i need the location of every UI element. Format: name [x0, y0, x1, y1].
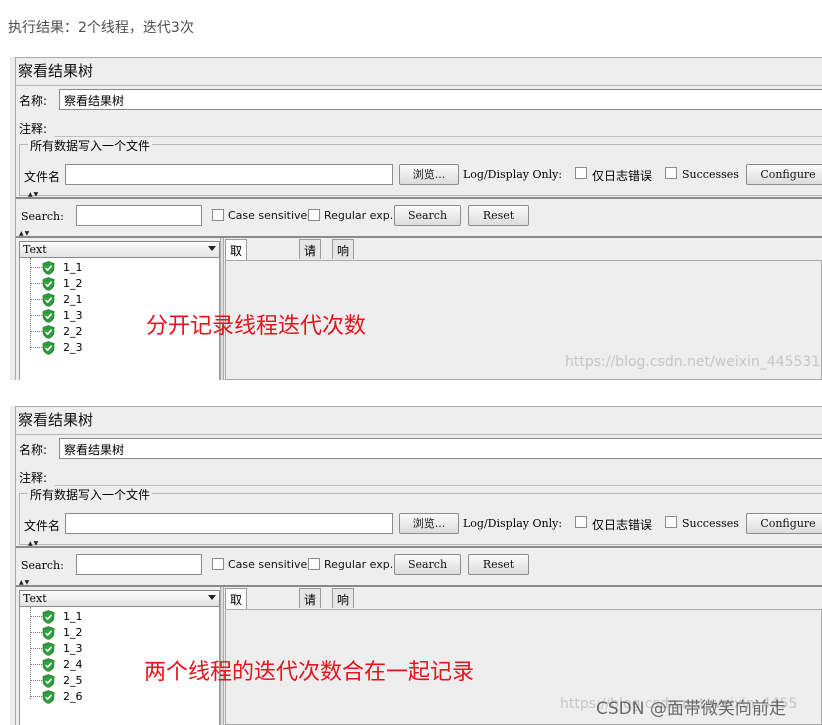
errors-checkbox[interactable]	[575, 167, 587, 179]
name-label: 名称:	[19, 94, 48, 108]
search-button[interactable]: Search	[394, 554, 461, 575]
tab-response-data[interactable]: 响应数据	[332, 588, 355, 658]
chevron-down-icon	[208, 246, 216, 251]
search-label: Search:	[21, 559, 64, 572]
success-shield-icon	[42, 293, 55, 307]
log-display-label: Log/Display Only:	[463, 168, 563, 181]
tree-item-label: 1_2	[63, 277, 83, 290]
name-field[interactable]: 察看结果树	[59, 438, 822, 459]
reset-button[interactable]: Reset	[468, 554, 529, 575]
configure-button[interactable]: Configure	[746, 164, 822, 185]
renderer-dropdown[interactable]: Text	[19, 241, 220, 258]
write-all-data-group: 所有数据写入一个文件 文件名 浏览... Log/Display Only: 仅…	[19, 137, 822, 196]
search-button[interactable]: Search	[394, 205, 461, 226]
annotation-text: 两个线程的迭代次数合在一起记录	[144, 660, 475, 685]
tree-item[interactable]: 1_2	[20, 625, 219, 641]
success-shield-icon	[42, 341, 55, 355]
successes-label: Successes	[682, 168, 739, 181]
errors-checkbox[interactable]	[575, 516, 587, 528]
annotation-text: 分开记录线程迭代次数	[146, 314, 367, 339]
tree-item-label: 1_1	[63, 610, 83, 623]
tree-item-label: 2_5	[63, 674, 83, 687]
success-shield-icon	[42, 626, 55, 640]
success-shield-icon	[42, 674, 55, 688]
csdn-watermark: CSDN @面带微笑向前走	[596, 699, 786, 719]
tree-item-label: 2_2	[63, 325, 83, 338]
success-shield-icon	[42, 610, 55, 624]
successes-label: Successes	[682, 517, 739, 530]
tree-item-label: 2_1	[63, 293, 83, 306]
case-sensitive-checkbox[interactable]	[212, 558, 224, 570]
successes-checkbox[interactable]	[665, 167, 677, 179]
tree-item-label: 1_3	[63, 642, 83, 655]
success-shield-icon	[42, 642, 55, 656]
tab-request[interactable]: 请求	[299, 239, 322, 275]
case-sensitive-label: Case sensitive	[228, 209, 308, 222]
tree-item[interactable]: 1_2	[20, 276, 219, 292]
comment-label: 注释:	[19, 122, 48, 136]
watermark: https://blog.csdn.net/weixin_4455318	[565, 354, 822, 370]
group-title: 所有数据写入一个文件	[28, 486, 153, 503]
tree-item-label: 2_4	[63, 658, 83, 671]
write-all-data-group: 所有数据写入一个文件 文件名 浏览... Log/Display Only: 仅…	[19, 486, 822, 545]
renderer-value: Text	[23, 592, 47, 605]
tree-item[interactable]: 2_3	[20, 340, 219, 356]
search-input[interactable]	[76, 205, 202, 226]
tree-item[interactable]: 1_1	[20, 609, 219, 625]
filename-input[interactable]	[65, 513, 393, 534]
reset-button[interactable]: Reset	[468, 205, 529, 226]
search-label: Search:	[21, 210, 64, 223]
regex-checkbox[interactable]	[308, 558, 320, 570]
configure-button[interactable]: Configure	[746, 513, 822, 534]
browse-button[interactable]: 浏览...	[399, 513, 459, 534]
success-shield-icon	[42, 658, 55, 672]
regex-checkbox[interactable]	[308, 209, 320, 221]
browse-button[interactable]: 浏览...	[399, 164, 459, 185]
filename-input[interactable]	[65, 164, 393, 185]
tab-sampler-result[interactable]: 取样器结果	[225, 239, 248, 326]
tree-item-label: 1_1	[63, 261, 83, 274]
search-input[interactable]	[76, 554, 202, 575]
filename-label: 文件名	[24, 519, 61, 533]
regex-label: Regular exp.	[324, 558, 394, 571]
case-sensitive-checkbox[interactable]	[212, 209, 224, 221]
success-shield-icon	[42, 690, 55, 704]
view-results-tree-panel-2: 察看结果树 名称: 察看结果树 注释: 所有数据写入一个文件 文件名 浏览...…	[10, 406, 822, 725]
tree-item[interactable]: 1_1	[20, 260, 219, 276]
group-title: 所有数据写入一个文件	[28, 137, 153, 154]
comment-field[interactable]	[54, 116, 822, 137]
view-results-tree-panel-1: 察看结果树 名称: 察看结果树 注释: 所有数据写入一个文件 文件名 浏览...…	[10, 57, 822, 380]
success-shield-icon	[42, 325, 55, 339]
tree-item-label: 1_2	[63, 626, 83, 639]
comment-label: 注释:	[19, 471, 48, 485]
tree-item-label: 2_3	[63, 341, 83, 354]
tree-item-label: 1_3	[63, 309, 83, 322]
renderer-dropdown[interactable]: Text	[19, 590, 220, 607]
tree-item-label: 2_6	[63, 690, 83, 703]
log-display-label: Log/Display Only:	[463, 517, 563, 530]
name-field[interactable]: 察看结果树	[59, 89, 822, 110]
regex-label: Regular exp.	[324, 209, 394, 222]
panel-title: 察看结果树	[18, 62, 94, 80]
tab-response-data[interactable]: 响应数据	[332, 239, 355, 309]
result-description: 执行结果：2个线程，迭代3次	[8, 20, 194, 36]
filename-label: 文件名	[24, 170, 61, 184]
tab-sampler-result[interactable]: 取样器结果	[225, 588, 248, 675]
chevron-down-icon	[208, 595, 216, 600]
renderer-value: Text	[23, 243, 47, 256]
comment-field[interactable]	[54, 465, 822, 486]
errors-label: 仅日志错误	[592, 518, 653, 532]
success-shield-icon	[42, 309, 55, 323]
success-shield-icon	[42, 261, 55, 275]
tree-item[interactable]: 2_6	[20, 689, 219, 705]
case-sensitive-label: Case sensitive	[228, 558, 308, 571]
tab-request[interactable]: 请求	[299, 588, 322, 624]
success-shield-icon	[42, 277, 55, 291]
successes-checkbox[interactable]	[665, 516, 677, 528]
errors-label: 仅日志错误	[592, 169, 653, 183]
tree-item[interactable]: 2_1	[20, 292, 219, 308]
name-label: 名称:	[19, 443, 48, 457]
panel-title: 察看结果树	[18, 411, 94, 429]
